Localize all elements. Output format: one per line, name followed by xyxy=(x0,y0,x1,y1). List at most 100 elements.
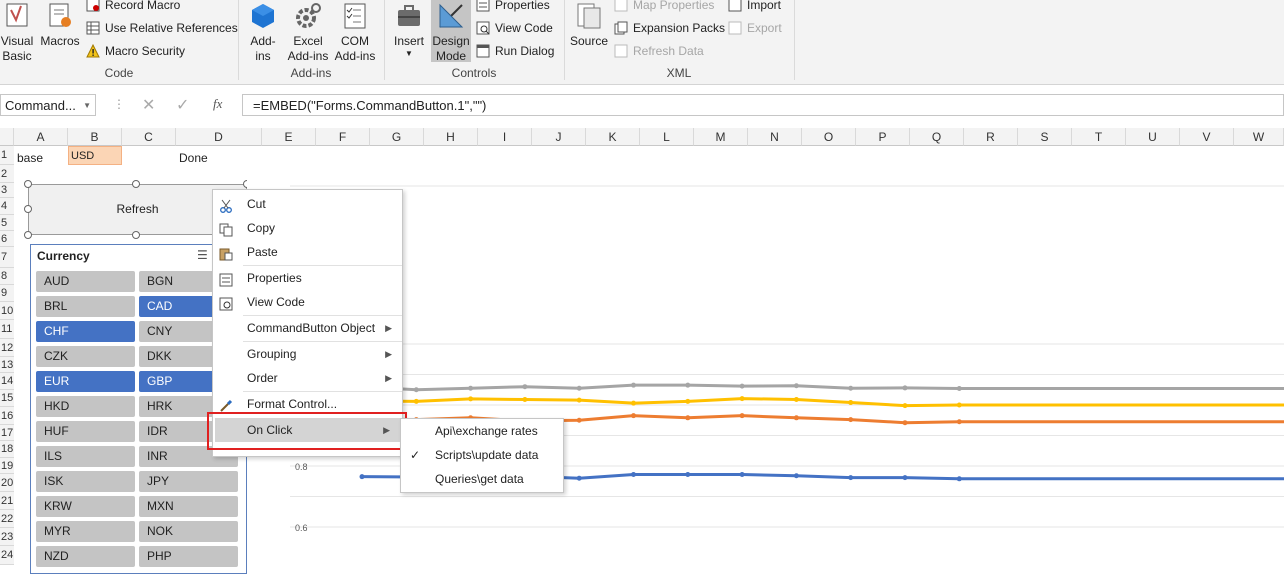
column-header-u[interactable]: U xyxy=(1126,128,1180,146)
import-button[interactable]: Import xyxy=(728,0,781,15)
chevron-down-icon[interactable]: ▼ xyxy=(83,95,91,117)
row-header-24[interactable]: 24 xyxy=(0,546,14,565)
column-header-j[interactable]: J xyxy=(532,128,586,146)
map-properties-button[interactable]: Map Properties xyxy=(614,0,714,15)
slicer-item-aud[interactable]: AUD xyxy=(36,271,135,292)
menu-item-view-code[interactable]: View Code xyxy=(213,290,402,314)
menu-item-order[interactable]: Order ▶ xyxy=(213,366,402,390)
cell-d1[interactable]: Done xyxy=(179,146,208,171)
cell-a1[interactable]: base xyxy=(17,146,43,171)
properties-button[interactable]: Properties xyxy=(476,0,550,15)
column-header-b[interactable]: B xyxy=(68,128,122,146)
xml-source-button[interactable]: Source xyxy=(568,2,610,49)
column-header-h[interactable]: H xyxy=(424,128,478,146)
slicer-item-hkd[interactable]: HKD xyxy=(36,396,135,417)
column-header-l[interactable]: L xyxy=(640,128,694,146)
com-addins-button[interactable]: COM Add-ins xyxy=(332,2,378,64)
slicer-item-myr[interactable]: MYR xyxy=(36,521,135,542)
submenu-item[interactable]: ✓ Scripts\update data xyxy=(401,443,563,467)
row-header-8[interactable]: 8 xyxy=(0,268,14,285)
column-header-q[interactable]: Q xyxy=(910,128,964,146)
column-header-p[interactable]: P xyxy=(856,128,910,146)
export-button[interactable]: Export xyxy=(728,18,782,38)
enter-check-icon[interactable]: ✓ xyxy=(176,95,189,115)
column-header-t[interactable]: T xyxy=(1072,128,1126,146)
row-header-16[interactable]: 16 xyxy=(0,407,14,425)
resize-handle[interactable] xyxy=(24,205,32,213)
row-header-13[interactable]: 13 xyxy=(0,357,14,373)
slicer-item-ils[interactable]: ILS xyxy=(36,446,135,467)
slicer-item-czk[interactable]: CZK xyxy=(36,346,135,367)
row-header-19[interactable]: 19 xyxy=(0,458,14,474)
design-mode-button[interactable]: Design Mode xyxy=(431,0,471,63)
row-header-12[interactable]: 12 xyxy=(0,339,14,357)
column-header-e[interactable]: E xyxy=(262,128,316,146)
row-header-2[interactable]: 2 xyxy=(0,165,14,183)
row-header-23[interactable]: 23 xyxy=(0,528,14,546)
column-header-d[interactable]: D xyxy=(176,128,262,146)
column-header-c[interactable]: C xyxy=(122,128,176,146)
refresh-data-button[interactable]: Refresh Data xyxy=(614,41,704,61)
column-header-n[interactable]: N xyxy=(748,128,802,146)
insert-control-button[interactable]: Insert ▼ xyxy=(390,2,428,59)
row-header-1[interactable]: 1 xyxy=(0,146,14,165)
run-dialog-button[interactable]: Run Dialog xyxy=(476,41,554,61)
row-header-5[interactable]: 5 xyxy=(0,215,14,231)
column-header-v[interactable]: V xyxy=(1180,128,1234,146)
menu-item-cut[interactable]: Cut xyxy=(213,192,402,216)
column-header-r[interactable]: R xyxy=(964,128,1018,146)
cancel-icon[interactable]: ✕ xyxy=(142,95,155,115)
name-box[interactable]: Command... ▼ xyxy=(0,94,96,116)
menu-item-copy[interactable]: Copy xyxy=(213,216,402,240)
multi-select-icon[interactable]: ☰ xyxy=(197,248,208,262)
slicer-item-huf[interactable]: HUF xyxy=(36,421,135,442)
row-header-18[interactable]: 18 xyxy=(0,441,14,458)
select-all-corner[interactable] xyxy=(0,128,14,146)
slicer-item-php[interactable]: PHP xyxy=(139,546,238,567)
addins-button[interactable]: Add- ins xyxy=(244,2,282,64)
column-header-o[interactable]: O xyxy=(802,128,856,146)
view-code-button[interactable]: View Code xyxy=(476,18,553,38)
column-header-a[interactable]: A xyxy=(14,128,68,146)
insert-function-icon[interactable]: fx xyxy=(213,96,222,112)
resize-handle[interactable] xyxy=(24,231,32,239)
column-header-i[interactable]: I xyxy=(478,128,532,146)
menu-item-grouping[interactable]: Grouping ▶ xyxy=(213,342,402,366)
macro-security-button[interactable]: Macro Security xyxy=(86,41,185,61)
menu-item-properties[interactable]: Properties xyxy=(213,266,402,290)
row-header-10[interactable]: 10 xyxy=(0,302,14,320)
menu-item-commandbutton-object[interactable]: CommandButton Object ▶ xyxy=(213,316,402,340)
row-header-15[interactable]: 15 xyxy=(0,390,14,407)
slicer-item-krw[interactable]: KRW xyxy=(36,496,135,517)
column-header-m[interactable]: M xyxy=(694,128,748,146)
slicer-item-jpy[interactable]: JPY xyxy=(139,471,238,492)
slicer-item-chf[interactable]: CHF xyxy=(36,321,135,342)
visual-basic-button[interactable]: Visual Basic xyxy=(0,2,34,64)
row-header-7[interactable]: 7 xyxy=(0,247,14,268)
submenu-item[interactable]: Queries\get data xyxy=(401,467,563,491)
formula-input[interactable]: =EMBED("Forms.CommandButton.1","") xyxy=(242,94,1284,116)
row-header-3[interactable]: 3 xyxy=(0,183,14,198)
expansion-packs-button[interactable]: Expansion Packs xyxy=(614,18,725,38)
row-header-4[interactable]: 4 xyxy=(0,198,14,215)
resize-handle[interactable] xyxy=(132,231,140,239)
column-header-w[interactable]: W xyxy=(1234,128,1284,146)
row-header-9[interactable]: 9 xyxy=(0,285,14,302)
row-header-6[interactable]: 6 xyxy=(0,231,14,247)
drag-handle-icon[interactable]: ⋮ xyxy=(113,97,125,111)
slicer-item-isk[interactable]: ISK xyxy=(36,471,135,492)
excel-addins-button[interactable]: Excel Add-ins xyxy=(286,2,330,64)
record-macro-button[interactable]: Record Macro xyxy=(86,0,180,15)
row-header-21[interactable]: 21 xyxy=(0,492,14,510)
use-relative-references-button[interactable]: Use Relative References xyxy=(86,18,238,38)
column-header-f[interactable]: F xyxy=(316,128,370,146)
slicer-item-eur[interactable]: EUR xyxy=(36,371,135,392)
row-header-11[interactable]: 11 xyxy=(0,320,14,339)
row-header-22[interactable]: 22 xyxy=(0,510,14,528)
slicer-item-nzd[interactable]: NZD xyxy=(36,546,135,567)
row-header-20[interactable]: 20 xyxy=(0,474,14,492)
row-header-14[interactable]: 14 xyxy=(0,373,14,390)
macros-button[interactable]: Macros xyxy=(38,2,82,49)
column-header-k[interactable]: K xyxy=(586,128,640,146)
slicer-item-brl[interactable]: BRL xyxy=(36,296,135,317)
